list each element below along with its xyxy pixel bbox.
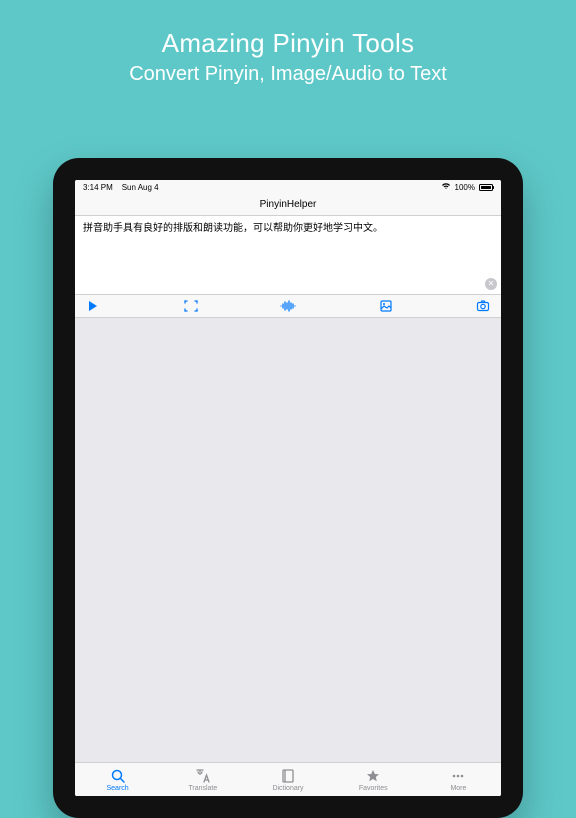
tab-bar: Search Translate Dictionary Favorites: [75, 762, 501, 796]
action-toolbar: [75, 294, 501, 318]
clear-button[interactable]: ✕: [485, 278, 497, 290]
camera-button[interactable]: [475, 298, 491, 314]
more-icon: [450, 768, 466, 784]
tab-dictionary[interactable]: Dictionary: [245, 768, 330, 792]
tab-more[interactable]: More: [416, 768, 501, 792]
tab-favorites[interactable]: Favorites: [331, 768, 416, 792]
dictionary-icon: [280, 768, 296, 784]
tab-label: More: [450, 785, 466, 792]
screen: 3:14 PM Sun Aug 4 100% PinyinHelper 拼音助手…: [75, 180, 501, 796]
close-icon: ✕: [488, 278, 495, 289]
star-icon: [365, 768, 381, 784]
hero-subtitle: Convert Pinyin, Image/Audio to Text: [0, 63, 576, 86]
tab-label: Favorites: [359, 785, 388, 792]
status-bar: 3:14 PM Sun Aug 4 100%: [75, 180, 501, 194]
device-frame: 3:14 PM Sun Aug 4 100% PinyinHelper 拼音助手…: [53, 158, 523, 818]
text-content: 拼音助手具有良好的排版和朗读功能，可以帮助你更好地学习中文。: [83, 223, 383, 234]
tab-label: Dictionary: [272, 785, 303, 792]
battery-percent: 100%: [455, 183, 475, 192]
translate-icon: [195, 768, 211, 784]
status-time: 3:14 PM: [83, 183, 113, 192]
audio-button[interactable]: [280, 298, 296, 314]
play-button[interactable]: [85, 298, 101, 314]
tab-translate[interactable]: Translate: [160, 768, 245, 792]
tab-label: Translate: [188, 785, 217, 792]
image-button[interactable]: [378, 298, 394, 314]
hero-title: Amazing Pinyin Tools: [0, 28, 576, 59]
hero: Amazing Pinyin Tools Convert Pinyin, Ima…: [0, 28, 576, 86]
wifi-icon: [441, 182, 451, 192]
status-date: Sun Aug 4: [122, 183, 159, 192]
tab-search[interactable]: Search: [75, 768, 160, 792]
nav-title: PinyinHelper: [260, 199, 317, 210]
status-right: 100%: [441, 182, 493, 192]
text-input-area[interactable]: 拼音助手具有良好的排版和朗读功能，可以帮助你更好地学习中文。 ✕: [75, 216, 501, 294]
result-area: [75, 318, 501, 762]
battery-icon: [479, 184, 493, 191]
status-left: 3:14 PM Sun Aug 4: [83, 183, 159, 192]
nav-bar: PinyinHelper: [75, 194, 501, 216]
scan-button[interactable]: [183, 298, 199, 314]
tab-label: Search: [107, 785, 129, 792]
search-icon: [110, 768, 126, 784]
